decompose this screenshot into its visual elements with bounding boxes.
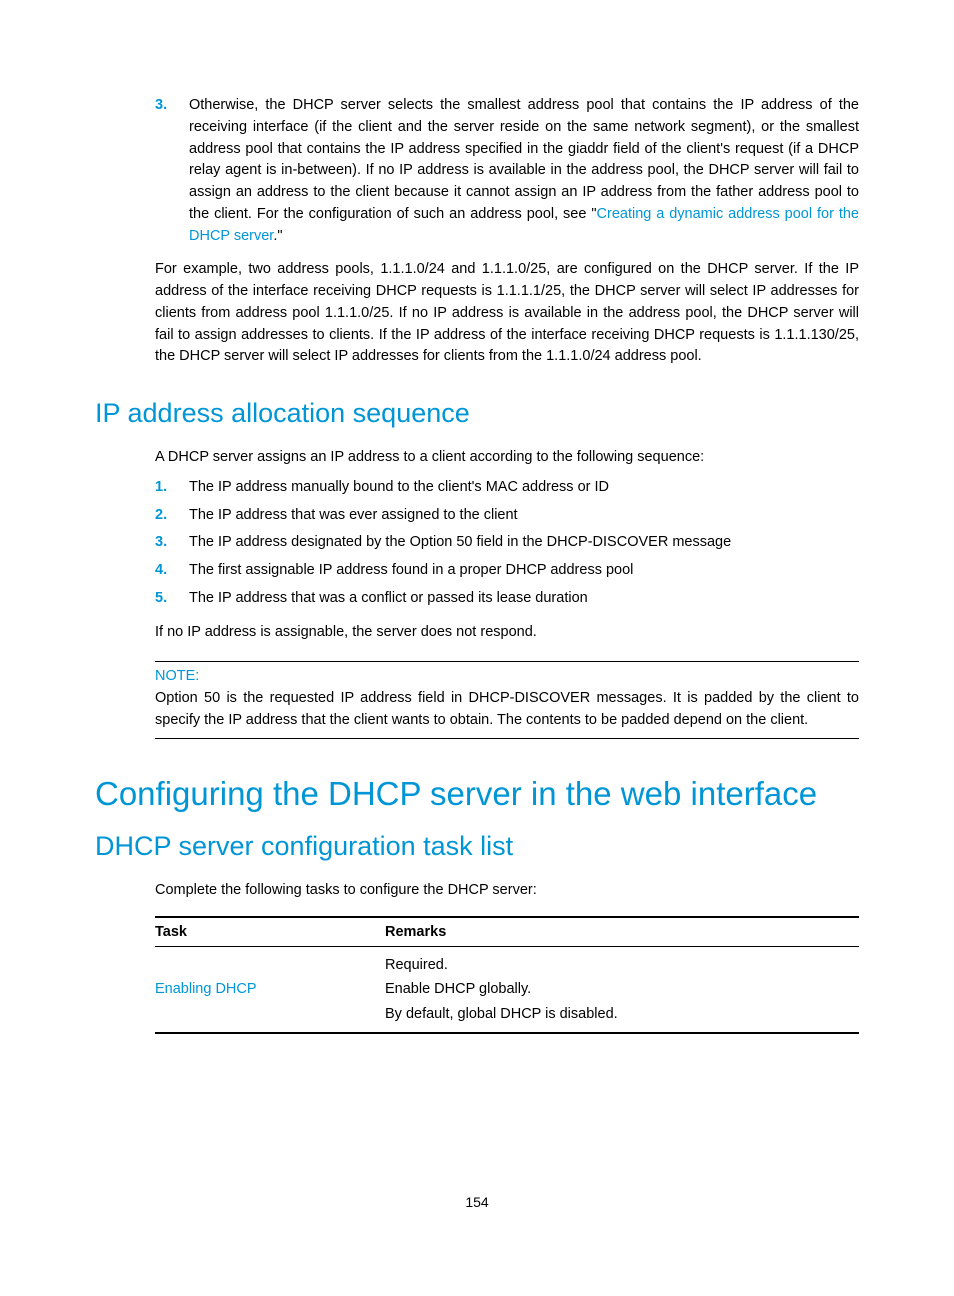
note-text: Option 50 is the requested IP address fi… [155, 688, 859, 732]
list-item: 3.The IP address designated by the Optio… [155, 532, 859, 554]
list-text: Otherwise, the DHCP server selects the s… [189, 95, 859, 247]
task-intro: Complete the following tasks to configur… [155, 880, 859, 902]
list-item: 4.The first assignable IP address found … [155, 560, 859, 582]
list-text: The IP address designated by the Option … [189, 532, 859, 554]
table-header-row: Task Remarks [155, 917, 859, 947]
list-number: 4. [155, 560, 189, 582]
table-row: Enabling DHCP Required. Enable DHCP glob… [155, 946, 859, 1033]
list-number: 2. [155, 505, 189, 527]
list-text: The IP address that was ever assigned to… [189, 505, 859, 527]
text-span: Enable DHCP globally. [385, 981, 531, 997]
heading-configuring-dhcp: Configuring the DHCP server in the web i… [95, 775, 859, 813]
alloc-outro: If no IP address is assignable, the serv… [155, 622, 859, 644]
list-item-3: 3. Otherwise, the DHCP server selects th… [155, 95, 859, 247]
alloc-intro: A DHCP server assigns an IP address to a… [155, 447, 859, 469]
task-table: Task Remarks Enabling DHCP Required. Ena… [155, 916, 859, 1035]
list-item: 1.The IP address manually bound to the c… [155, 477, 859, 499]
text-span: By default, global DHCP is disabled. [385, 1006, 618, 1022]
list-number: 3. [155, 95, 189, 247]
list-text: The IP address manually bound to the cli… [189, 477, 859, 499]
text-span: ." [273, 228, 282, 244]
note-box: NOTE: Option 50 is the requested IP addr… [155, 661, 859, 739]
list-item: 2.The IP address that was ever assigned … [155, 505, 859, 527]
link-enabling-dhcp[interactable]: Enabling DHCP [155, 981, 257, 997]
allocation-list: 1.The IP address manually bound to the c… [155, 477, 859, 610]
list-text: The first assignable IP address found in… [189, 560, 859, 582]
remarks-cell: Required. Enable DHCP globally. By defau… [385, 946, 859, 1033]
list-number: 1. [155, 477, 189, 499]
heading-task-list: DHCP server configuration task list [95, 831, 859, 862]
text-span: Otherwise, the DHCP server selects the s… [189, 97, 859, 222]
list-number: 3. [155, 532, 189, 554]
page-number: 154 [95, 1194, 859, 1210]
list-number: 5. [155, 588, 189, 610]
list-item: 5.The IP address that was a conflict or … [155, 588, 859, 610]
text-span: Required. [385, 957, 448, 973]
list-text: The IP address that was a conflict or pa… [189, 588, 859, 610]
note-label: NOTE: [155, 668, 859, 684]
example-paragraph: For example, two address pools, 1.1.1.0/… [155, 259, 859, 368]
col-remarks: Remarks [385, 917, 859, 947]
col-task: Task [155, 917, 385, 947]
heading-allocation-sequence: IP address allocation sequence [95, 398, 859, 429]
